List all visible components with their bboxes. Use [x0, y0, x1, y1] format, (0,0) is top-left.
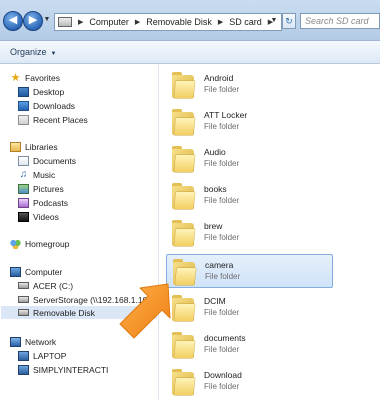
computer-icon [18, 350, 29, 361]
nav-simplyinteracti[interactable]: SIMPLYINTERACTI [18, 363, 108, 376]
folder-item[interactable]: books File folder [166, 179, 333, 213]
drive-icon [58, 17, 72, 27]
navigation-pane: ★ Favorites Desktop Downloads Recent Plac… [0, 64, 158, 400]
folder-icon [172, 295, 195, 321]
nav-favorites[interactable]: ★ Favorites [10, 71, 60, 84]
pictures-icon [18, 183, 29, 194]
libraries-icon [10, 141, 21, 152]
nav-downloads[interactable]: Downloads [18, 99, 75, 112]
folder-item[interactable]: DCIM File folder [166, 291, 333, 325]
folder-icon [172, 369, 195, 395]
nav-documents[interactable]: Documents [18, 154, 76, 167]
nav-network[interactable]: Network [10, 335, 56, 348]
folder-icon [172, 72, 195, 98]
folder-item-selected[interactable]: camera File folder [166, 254, 333, 288]
folder-icon [172, 220, 195, 246]
refresh-icon: ↻ [285, 16, 293, 26]
folder-icon [172, 332, 195, 358]
pane-divider[interactable] [158, 64, 159, 400]
hard-drive-icon [18, 282, 29, 289]
podcasts-icon [18, 197, 29, 208]
nav-desktop[interactable]: Desktop [18, 85, 64, 98]
folder-item[interactable]: Android File folder [166, 68, 333, 102]
pointer-arrow-icon [119, 283, 171, 339]
music-icon: ♫ [19, 168, 28, 180]
folder-icon [172, 109, 195, 135]
nav-homegroup[interactable]: Homegroup [10, 237, 69, 250]
breadcrumb-removable-disk[interactable]: Removable Disk [144, 17, 214, 27]
homegroup-icon [10, 238, 21, 249]
organize-label: Organize [10, 47, 47, 57]
chevron-down-icon[interactable]: ▼ [268, 13, 280, 29]
organize-button[interactable]: Organize ▼ [10, 47, 56, 57]
forward-button[interactable]: ▶ [23, 11, 43, 31]
folder-icon [172, 183, 195, 209]
search-input[interactable]: Search SD card [300, 13, 380, 29]
folder-item[interactable]: Download File folder [166, 365, 333, 399]
address-bar[interactable]: ▶ Computer ▶ Removable Disk ▶ SD card ▶ [54, 13, 282, 31]
chevron-down-icon: ▼ [50, 51, 57, 57]
documents-icon [18, 155, 29, 166]
downloads-icon [18, 100, 29, 111]
folder-item[interactable]: ATT Locker File folder [166, 105, 333, 139]
desktop-icon [18, 86, 29, 97]
command-bar [0, 41, 380, 64]
network-icon [10, 336, 21, 347]
folder-icon [173, 259, 196, 285]
videos-icon [18, 211, 29, 222]
folder-icon [172, 146, 195, 172]
back-button[interactable]: ◀ [3, 11, 23, 31]
breadcrumb-sd-card[interactable]: SD card [227, 17, 264, 27]
chevron-right-icon[interactable]: ▶ [214, 18, 227, 26]
chevron-right-icon[interactable]: ▶ [131, 18, 144, 26]
folder-item[interactable]: brew File folder [166, 216, 333, 250]
network-drive-icon [18, 296, 29, 303]
nav-recent-places[interactable]: Recent Places [18, 113, 88, 126]
nav-computer[interactable]: Computer [10, 265, 62, 278]
computer-icon [10, 266, 21, 277]
removable-disk-icon [18, 309, 29, 316]
nav-pictures[interactable]: Pictures [18, 182, 64, 195]
recent-pages-dropdown[interactable]: ▼ [43, 16, 51, 24]
nav-laptop[interactable]: LAPTOP [18, 349, 66, 362]
folder-item[interactable]: Audio File folder [166, 142, 333, 176]
nav-acer-c[interactable]: ACER (C:) [18, 279, 73, 292]
computer-icon [18, 364, 29, 375]
recent-places-icon [18, 114, 29, 125]
folder-item[interactable]: documents File folder [166, 328, 333, 362]
refresh-button[interactable]: ↻ [282, 13, 296, 29]
chevron-right-icon[interactable]: ▶ [74, 18, 87, 26]
star-icon: ★ [10, 71, 21, 84]
nav-music[interactable]: ♫ Music [18, 168, 55, 181]
nav-libraries[interactable]: Libraries [10, 140, 58, 153]
breadcrumb-computer[interactable]: Computer [87, 17, 131, 27]
nav-podcasts[interactable]: Podcasts [18, 196, 68, 209]
nav-videos[interactable]: Videos [18, 210, 59, 223]
